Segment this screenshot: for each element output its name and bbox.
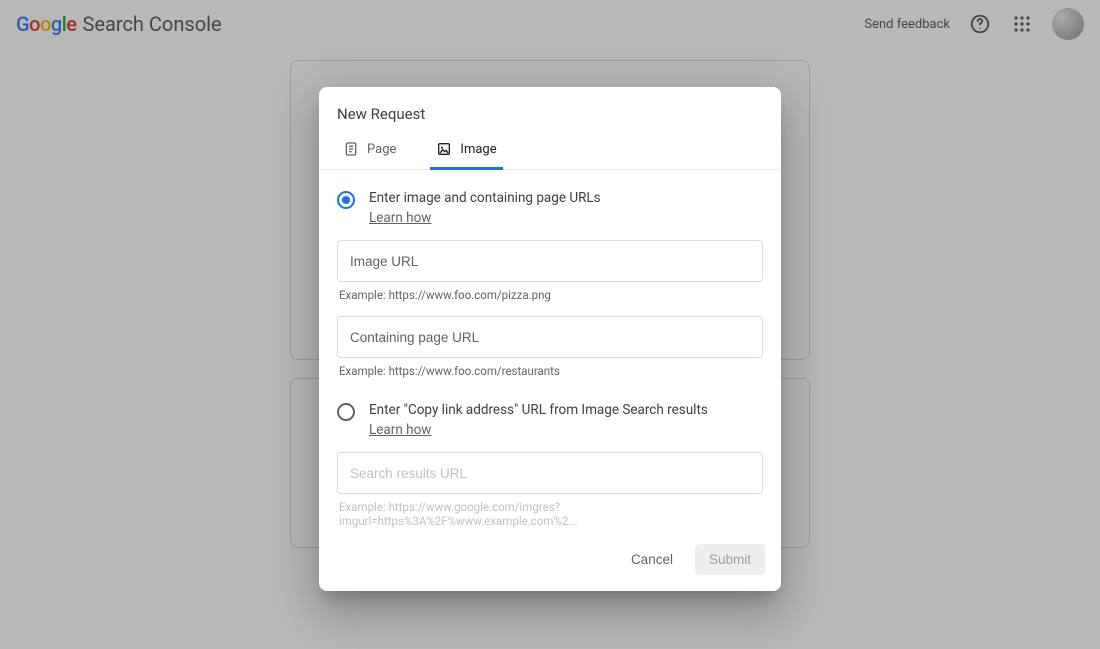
option-search-results-url: Enter "Copy link address" URL from Image… (337, 402, 763, 438)
containing-page-url-field[interactable] (337, 316, 763, 358)
option-image-urls: Enter image and containing page URLs Lea… (337, 190, 763, 226)
search-results-url-helper: Example: https://www.google.com/imgres?i… (339, 500, 761, 528)
search-results-url-field (337, 452, 763, 494)
option1-label: Enter image and containing page URLs (369, 190, 601, 206)
search-results-url-input (350, 466, 750, 481)
dialog-actions: Cancel Submit (319, 532, 781, 591)
tab-image[interactable]: Image (430, 133, 502, 170)
page-icon (343, 141, 359, 157)
dialog-body: Enter image and containing page URLs Lea… (319, 170, 781, 532)
tab-image-label: Image (460, 142, 496, 157)
radio-image-urls[interactable] (337, 191, 355, 209)
cancel-button[interactable]: Cancel (617, 544, 687, 575)
learn-how-link-1[interactable]: Learn how (369, 210, 431, 226)
containing-page-url-helper: Example: https://www.foo.com/restaurants (339, 364, 761, 378)
image-url-input[interactable] (350, 254, 750, 269)
option2-label: Enter "Copy link address" URL from Image… (369, 402, 708, 418)
image-url-field[interactable] (337, 240, 763, 282)
submit-button: Submit (695, 544, 765, 575)
tab-page[interactable]: Page (337, 133, 402, 170)
learn-how-link-2[interactable]: Learn how (369, 422, 431, 438)
image-icon (436, 141, 452, 157)
radio-search-results-url[interactable] (337, 403, 355, 421)
containing-page-url-input[interactable] (350, 330, 750, 345)
image-url-helper: Example: https://www.foo.com/pizza.png (339, 288, 761, 302)
dialog-title: New Request (319, 87, 781, 133)
new-request-dialog: New Request Page Image Enter image and c… (319, 87, 781, 591)
tab-page-label: Page (367, 142, 396, 157)
dialog-tabs: Page Image (319, 133, 781, 170)
